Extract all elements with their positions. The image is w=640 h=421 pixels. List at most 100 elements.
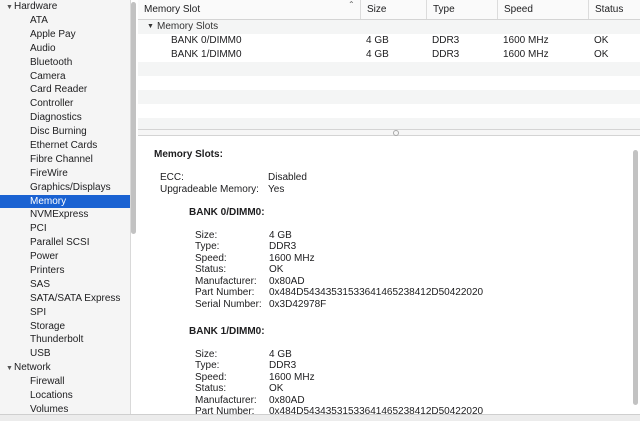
- sidebar-item[interactable]: SPI: [0, 306, 130, 320]
- column-header[interactable]: Size: [360, 0, 427, 19]
- field-value: Disabled: [268, 172, 307, 183]
- sidebar-item[interactable]: SATA/SATA Express: [0, 292, 130, 306]
- sidebar-item[interactable]: Locations: [0, 389, 130, 403]
- sidebar-item-label: Diagnostics: [30, 112, 82, 124]
- sidebar-item-label: SAS: [30, 278, 51, 290]
- sidebar-item-label: NVMExpress: [30, 209, 89, 221]
- field-label: Upgradeable Memory:: [160, 183, 259, 195]
- sidebar-item[interactable]: Disc Burning: [0, 125, 130, 139]
- sidebar-item[interactable]: Thunderbolt: [0, 333, 130, 347]
- sidebar-item[interactable]: Camera: [0, 70, 130, 84]
- sidebar-item[interactable]: Card Reader: [0, 83, 130, 97]
- table-cell: DDR3: [432, 35, 460, 46]
- table-empty-row: [138, 62, 640, 76]
- sidebar-item[interactable]: Fibre Channel: [0, 153, 130, 167]
- detail-pane: Memory Slots: ECC: Disabled Upgradeable Mem…: [138, 136, 640, 417]
- field-value: OK: [269, 264, 284, 275]
- field-label: Serial Number:: [195, 298, 262, 310]
- sidebar-item-label: Thunderbolt: [30, 334, 84, 346]
- table-cell: 1600 MHz: [503, 35, 549, 46]
- field-label: Speed:: [195, 371, 227, 383]
- field-value: OK: [269, 383, 284, 394]
- column-header[interactable]: Speed: [497, 0, 589, 19]
- sidebar-item-label: USB: [30, 348, 51, 360]
- table-row[interactable]: BANK 1/DIMM0 4 GB DDR3 1600 MHz OK: [138, 48, 640, 62]
- sidebar-item-label: Locations: [30, 390, 73, 402]
- sidebar-item-label: Storage: [30, 320, 66, 332]
- table-cell: DDR3: [432, 49, 460, 60]
- sidebar-item-label: Printers: [30, 265, 65, 277]
- sidebar-item[interactable]: Graphics/Displays: [0, 181, 130, 195]
- sidebar-item-label: Ethernet Cards: [30, 140, 98, 152]
- sidebar-group-1[interactable]: ▼Network: [0, 361, 130, 375]
- sidebar-item[interactable]: PCI: [0, 222, 130, 236]
- field-value: 4 GB: [269, 348, 292, 360]
- sidebar-scrollbar[interactable]: [131, 2, 136, 234]
- table-empty-row: [138, 118, 640, 129]
- sidebar-item[interactable]: FireWire: [0, 167, 130, 181]
- field-label: Speed:: [195, 252, 227, 264]
- pane-splitter[interactable]: [138, 129, 640, 136]
- bank-heading: BANK 1/DIMM0:: [189, 326, 265, 337]
- sidebar-item[interactable]: Bluetooth: [0, 56, 130, 70]
- sidebar-item-label: Controller: [30, 98, 74, 110]
- sidebar-item-label: Memory: [30, 195, 67, 207]
- detail-heading: Memory Slots:: [154, 149, 223, 160]
- field-value: Yes: [268, 183, 285, 195]
- disclosure-triangle-icon[interactable]: ▼: [147, 20, 154, 34]
- sidebar-item[interactable]: Power: [0, 250, 130, 264]
- field-label: Status:: [195, 383, 227, 394]
- sidebar-item[interactable]: NVMExpress: [0, 208, 130, 222]
- table-cell: BANK 1/DIMM0: [171, 49, 242, 60]
- field-label: ECC:: [160, 172, 184, 183]
- table-cell: OK: [594, 49, 609, 60]
- detail-scrollbar[interactable]: [633, 150, 638, 405]
- sidebar-item[interactable]: Controller: [0, 97, 130, 111]
- sidebar-item[interactable]: Printers: [0, 264, 130, 278]
- sidebar-item-label: FireWire: [30, 167, 68, 179]
- table-row[interactable]: BANK 0/DIMM0 4 GB DDR3 1600 MHz OK: [138, 34, 640, 48]
- sidebar-item[interactable]: Ethernet Cards: [0, 139, 130, 153]
- disclosure-triangle-icon[interactable]: ▼: [6, 362, 14, 376]
- sidebar-item-label: Volumes: [30, 404, 69, 414]
- sidebar-item[interactable]: Firewall: [0, 375, 130, 389]
- column-header[interactable]: Memory Slot: [138, 0, 360, 19]
- sidebar-item-label: Camera: [30, 70, 66, 82]
- sidebar-item[interactable]: Audio: [0, 42, 130, 56]
- chevron-up-icon[interactable]: ⌃: [348, 0, 355, 9]
- sidebar: ▼Hardware ATA Apple Pay Audio Bluetooth Camer…: [0, 0, 131, 414]
- field-label: Type:: [195, 241, 220, 252]
- field-value: 0x80AD: [269, 275, 305, 287]
- sidebar-item-label: Graphics/Displays: [30, 181, 111, 193]
- table-empty-row: [138, 76, 640, 90]
- disclosure-triangle-icon[interactable]: ▼: [6, 1, 14, 15]
- sidebar-item-label: Firewall: [30, 376, 65, 388]
- sidebar-item[interactable]: Diagnostics: [0, 111, 130, 125]
- table-cell: 1600 MHz: [503, 49, 549, 60]
- table-header: Memory Slot Size Type Speed Status ⌃: [138, 0, 640, 20]
- column-header[interactable]: Status: [588, 0, 640, 19]
- sidebar-item-label: Parallel SCSI: [30, 237, 90, 249]
- column-header[interactable]: Type: [426, 0, 498, 19]
- table-cell: OK: [594, 35, 609, 46]
- bank-heading: BANK 0/DIMM0:: [189, 207, 265, 218]
- sidebar-item[interactable]: Memory: [0, 194, 130, 209]
- sidebar-item[interactable]: Apple Pay: [0, 28, 130, 42]
- field-label: Size:: [195, 348, 218, 360]
- sidebar-item[interactable]: ATA: [0, 14, 130, 28]
- field-value: 4 GB: [269, 229, 292, 241]
- table-cell: 4 GB: [366, 35, 389, 46]
- sidebar-item[interactable]: Parallel SCSI: [0, 236, 130, 250]
- field-value: 0x80AD: [269, 394, 305, 406]
- sidebar-group-0[interactable]: ▼Hardware: [0, 0, 130, 14]
- sidebar-item[interactable]: SAS: [0, 278, 130, 292]
- table-empty-row: [138, 104, 640, 118]
- field-label: Type:: [195, 360, 220, 371]
- sidebar-item[interactable]: Storage: [0, 320, 130, 334]
- sidebar-item[interactable]: Volumes: [0, 403, 130, 414]
- field-value: DDR3: [269, 360, 297, 371]
- sidebar-item-label: SATA/SATA Express: [30, 292, 121, 304]
- sidebar-item[interactable]: USB: [0, 347, 130, 361]
- table-section-row[interactable]: ▼ Memory Slots: [138, 20, 640, 34]
- sidebar-item-label: Card Reader: [30, 84, 88, 96]
